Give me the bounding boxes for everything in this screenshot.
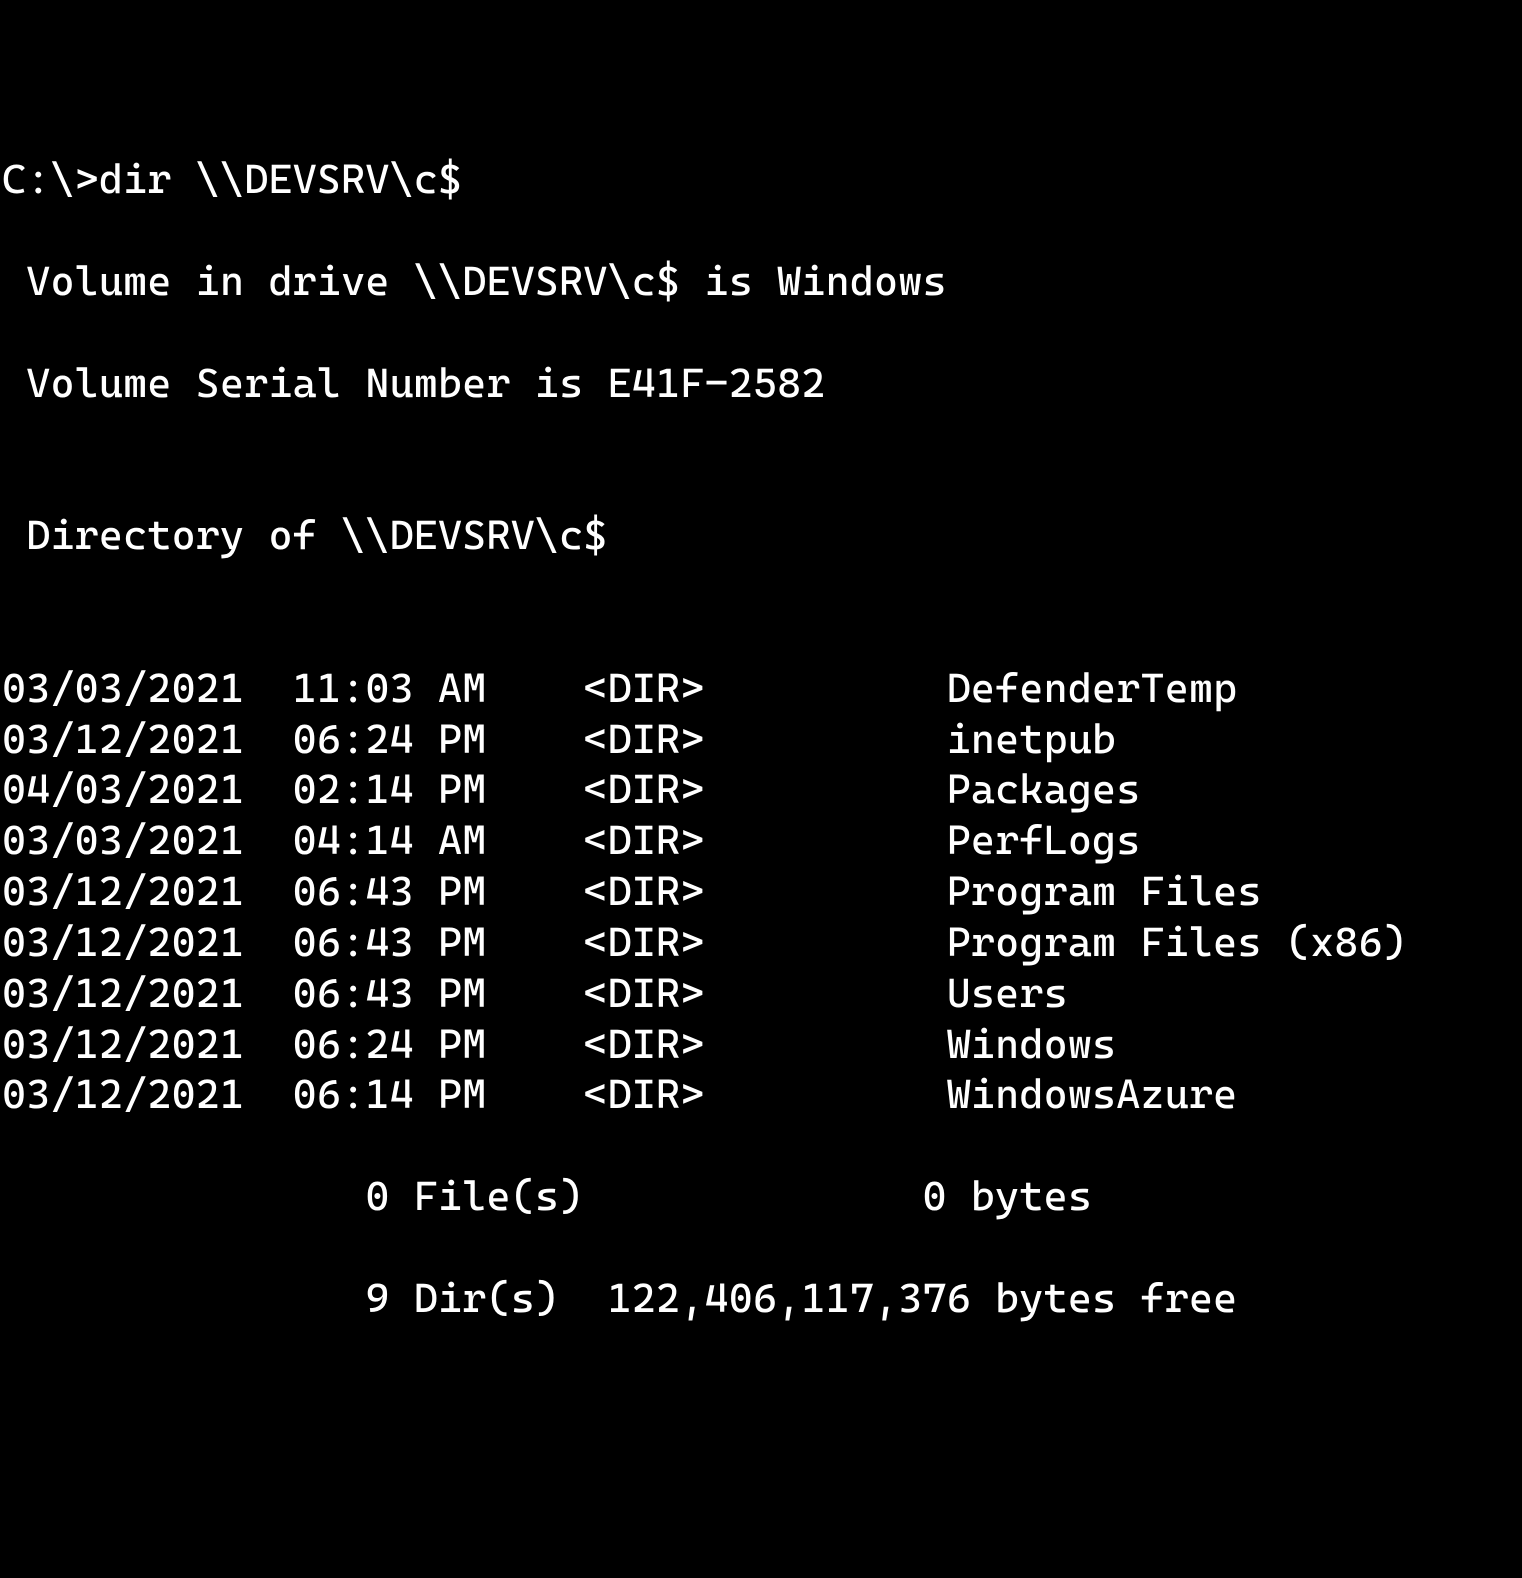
summary-dirs-line: 9 Dir(s) 122,406,117,376 bytes free [2,1273,1520,1324]
dir-entry: 03/12/2021 06:14 PM <DIR> WindowsAzure [2,1069,1520,1120]
prompt: C:\> [2,155,99,203]
serial-line: Volume Serial Number is E41F-2582 [2,358,1520,409]
command-line[interactable]: C:\>dir \\DEVSRV\c$ [2,154,1520,205]
directory-listing: 03/03/2021 11:03 AM <DIR> DefenderTemp03… [2,663,1520,1120]
dir-entry: 03/12/2021 06:24 PM <DIR> Windows [2,1019,1520,1070]
directory-of-line: Directory of \\DEVSRV\c$ [2,510,1520,561]
dir-entry: 03/12/2021 06:43 PM <DIR> Users [2,968,1520,1019]
dir-entry: 03/12/2021 06:43 PM <DIR> Program Files … [2,917,1520,968]
dir-entry: 03/03/2021 04:14 AM <DIR> PerfLogs [2,815,1520,866]
dir-entry: 04/03/2021 02:14 PM <DIR> Packages [2,764,1520,815]
dir-entry: 03/12/2021 06:24 PM <DIR> inetpub [2,714,1520,765]
dir-entry: 03/12/2021 06:43 PM <DIR> Program Files [2,866,1520,917]
dir-entry: 03/03/2021 11:03 AM <DIR> DefenderTemp [2,663,1520,714]
volume-line: Volume in drive \\DEVSRV\c$ is Windows [2,256,1520,307]
command-text: dir \\DEVSRV\c$ [99,155,462,203]
summary-files-line: 0 File(s) 0 bytes [2,1171,1520,1222]
